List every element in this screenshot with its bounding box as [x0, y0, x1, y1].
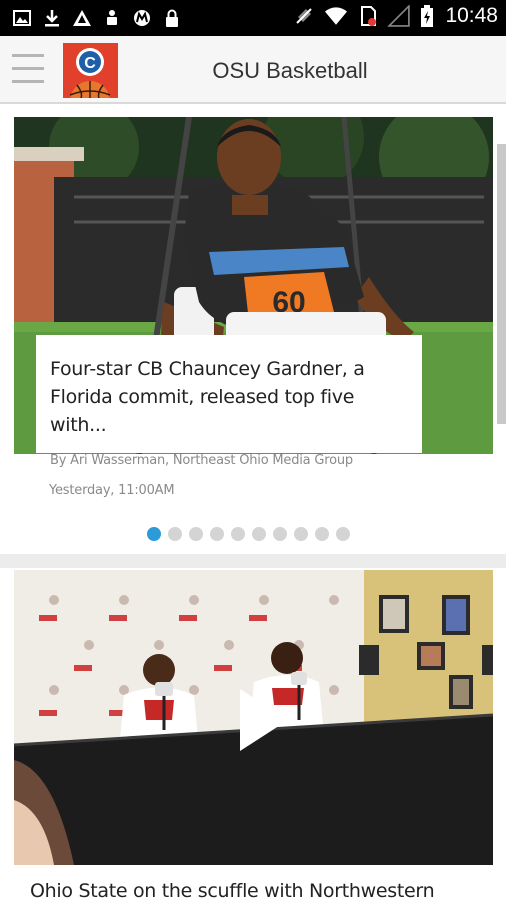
image-icon — [13, 10, 31, 26]
carousel-page-indicator — [147, 527, 350, 541]
featured-story-carousel[interactable]: 60 Four-star CB Chauncey Gardner, a Flor… — [0, 104, 506, 554]
page-dot[interactable] — [252, 527, 266, 541]
app-bar: C OSU Basketball — [0, 36, 506, 104]
page-dot[interactable] — [168, 527, 182, 541]
status-bar: 10:48 — [0, 0, 506, 36]
logo-graphic: C — [63, 43, 118, 98]
hamburger-icon[interactable] — [12, 54, 44, 88]
page-dot[interactable] — [189, 527, 203, 541]
featured-story-byline: By Ari Wasserman, Northeast Ohio Media G… — [50, 453, 353, 468]
android-icon — [107, 10, 117, 25]
cleveland-basketball-logo[interactable]: C — [63, 43, 118, 98]
app-title: OSU Basketball — [212, 58, 368, 83]
page-dot[interactable] — [294, 527, 308, 541]
svg-text:C: C — [84, 55, 96, 72]
notification-icons — [12, 7, 182, 29]
page-dot[interactable] — [315, 527, 329, 541]
section-divider — [0, 554, 506, 568]
sim-alert-icon — [361, 6, 377, 26]
triangle-app-icon — [73, 10, 91, 26]
page-dot[interactable] — [210, 527, 224, 541]
page-dot[interactable] — [231, 527, 245, 541]
featured-story-headline[interactable]: Four-star CB Chauncey Gardner, a Florida… — [50, 355, 408, 439]
clock: 10:48 — [445, 4, 498, 27]
play-icon[interactable] — [236, 685, 292, 755]
signal-icon — [387, 5, 411, 27]
system-icons: 10:48 — [294, 4, 498, 28]
featured-story-caption[interactable]: Four-star CB Chauncey Gardner, a Florida… — [36, 335, 422, 468]
lock-icon — [166, 9, 178, 27]
battery-charging-icon — [421, 5, 434, 27]
featured-story-timestamp: Yesterday, 11:00AM — [49, 483, 175, 498]
motorola-icon — [134, 10, 150, 26]
video-story-headline[interactable]: Ohio State on the scuffle with Northwest… — [30, 880, 435, 900]
next-story-peek[interactable] — [497, 144, 506, 424]
mute-icon — [296, 8, 313, 24]
page-dot[interactable] — [336, 527, 350, 541]
video-story-thumbnail[interactable] — [14, 570, 493, 865]
page-dot[interactable] — [273, 527, 287, 541]
wifi-icon — [325, 7, 348, 25]
download-icon — [45, 10, 59, 27]
page-dot-active[interactable] — [147, 527, 161, 541]
